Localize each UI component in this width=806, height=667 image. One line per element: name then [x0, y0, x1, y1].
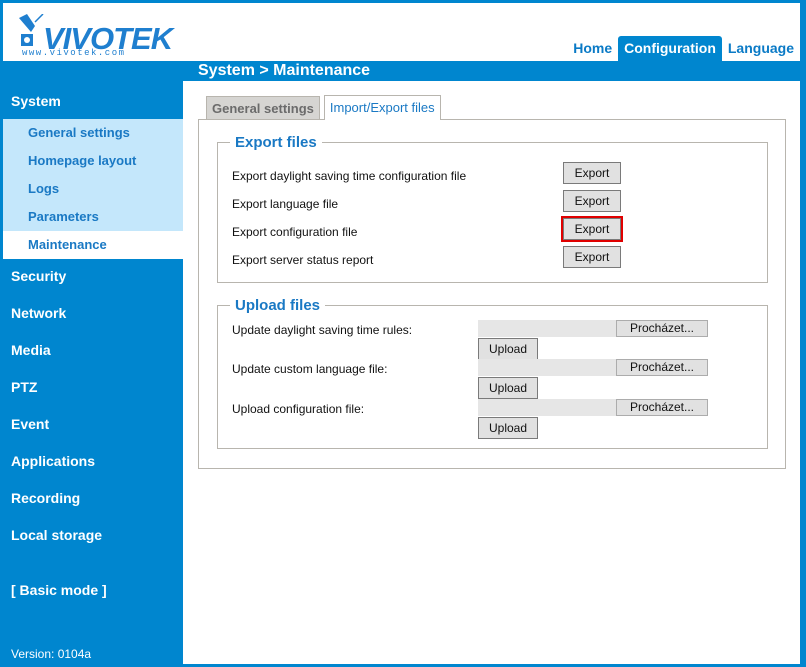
upload-language-label: Update custom language file: — [232, 362, 388, 376]
brand-url: www.vivotek.com — [22, 48, 126, 58]
upload-config-label: Upload configuration file: — [232, 402, 365, 416]
system-submenu: General settings Homepage layout Logs Pa… — [3, 119, 183, 259]
upload-config-file-input[interactable] — [478, 399, 616, 416]
export-language-button[interactable]: Export — [563, 190, 621, 212]
upload-dst-button[interactable]: Upload — [478, 338, 538, 360]
nav-configuration[interactable]: Configuration — [618, 36, 722, 61]
upload-language-button[interactable]: Upload — [478, 377, 538, 399]
upload-dst-browse-button[interactable]: Procházet... — [616, 320, 708, 337]
camera-logo-icon — [19, 14, 44, 46]
sidebar-item-security[interactable]: Security — [3, 259, 183, 296]
nav-home[interactable]: Home — [567, 36, 618, 61]
sidebar-item-logs[interactable]: Logs — [3, 175, 183, 203]
sidebar-item-maintenance[interactable]: Maintenance — [3, 231, 183, 259]
sidebar-item-general-settings[interactable]: General settings — [3, 119, 183, 147]
header-bar — [3, 61, 800, 81]
nav-language[interactable]: Language — [722, 36, 800, 61]
tab-general-settings[interactable]: General settings — [206, 96, 320, 120]
export-status-label: Export server status report — [232, 253, 374, 267]
basic-mode-link[interactable]: [ Basic mode ] — [3, 555, 183, 598]
sidebar-item-parameters[interactable]: Parameters — [3, 203, 183, 231]
upload-language-file-input[interactable] — [478, 359, 616, 376]
sidebar: System General settings Homepage layout … — [3, 81, 183, 664]
sidebar-item-event[interactable]: Event — [3, 407, 183, 444]
sidebar-item-ptz[interactable]: PTZ — [3, 370, 183, 407]
sidebar-item-network[interactable]: Network — [3, 296, 183, 333]
upload-files-legend: Upload files — [235, 297, 321, 314]
sidebar-item-media[interactable]: Media — [3, 333, 183, 370]
sidebar-item-local-storage[interactable]: Local storage — [3, 518, 183, 555]
upload-config-browse-button[interactable]: Procházet... — [616, 399, 708, 416]
upload-config-button[interactable]: Upload — [478, 417, 538, 439]
tab-bar: General settings Import/Export files — [206, 95, 445, 120]
export-dst-label: Export daylight saving time configuratio… — [232, 169, 467, 183]
export-dst-button[interactable]: Export — [563, 162, 621, 184]
upload-language-browse-button[interactable]: Procházet... — [616, 359, 708, 376]
sidebar-item-homepage-layout[interactable]: Homepage layout — [3, 147, 183, 175]
sidebar-item-system[interactable]: System — [3, 81, 183, 119]
export-config-label: Export configuration file — [232, 225, 358, 239]
upload-dst-file-input[interactable] — [478, 320, 616, 337]
vivotek-logo[interactable]: VIVOTEK www.vivotek.com — [17, 14, 173, 59]
version-label: Version: 0104a — [11, 647, 92, 661]
breadcrumb: System > Maintenance — [198, 62, 371, 79]
upload-dst-label: Update daylight saving time rules: — [232, 323, 413, 337]
export-language-label: Export language file — [232, 197, 339, 211]
export-status-button[interactable]: Export — [563, 246, 621, 268]
sidebar-item-recording[interactable]: Recording — [3, 481, 183, 518]
tab-panel: Export files Export daylight saving time… — [198, 119, 786, 469]
export-files-legend: Export files — [235, 134, 317, 151]
sidebar-item-applications[interactable]: Applications — [3, 444, 183, 481]
tab-import-export-files[interactable]: Import/Export files — [323, 95, 441, 120]
page-frame: VIVOTEK www.vivotek.com Home Configurati… — [3, 3, 800, 664]
top-nav: Home Configuration Language — [567, 36, 800, 61]
export-config-button[interactable]: Export — [561, 216, 623, 242]
